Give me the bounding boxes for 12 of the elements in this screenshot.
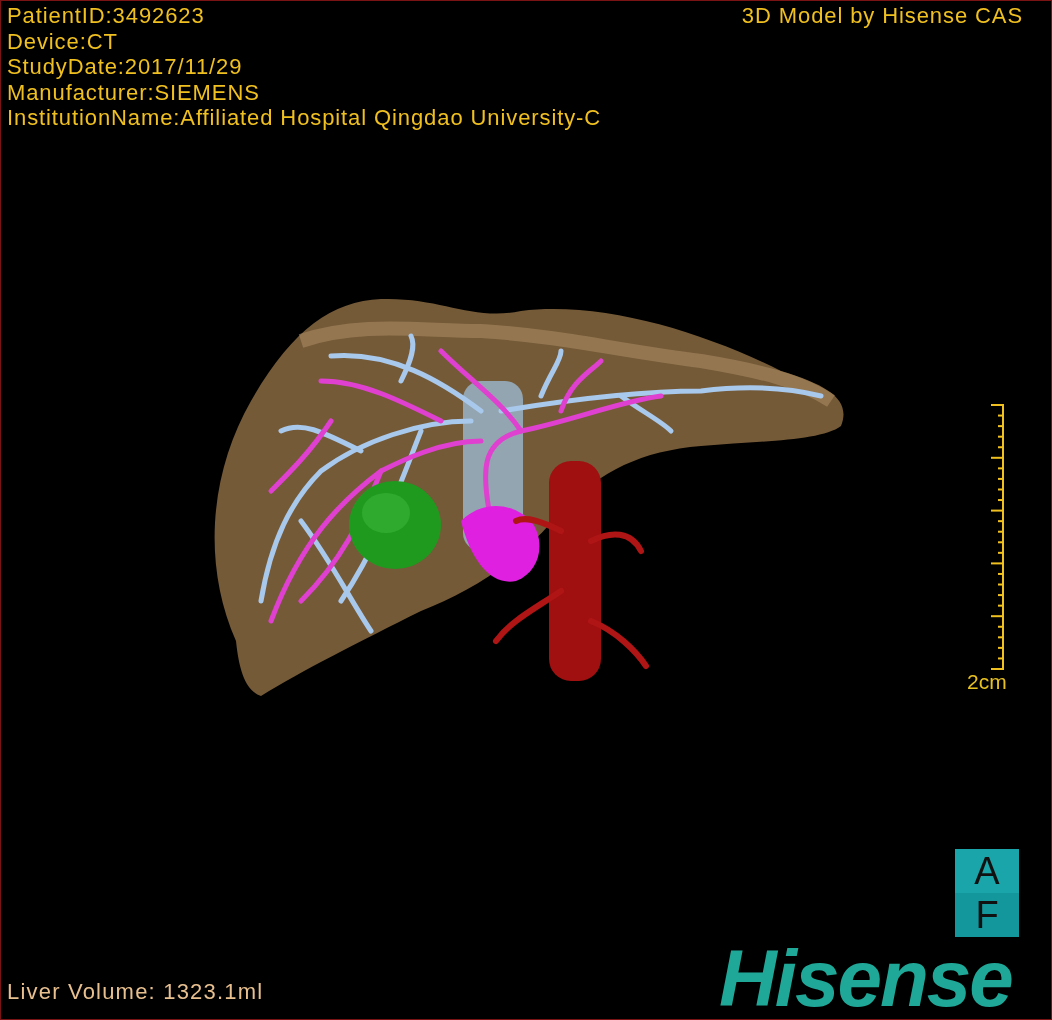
scale-label: 2cm bbox=[967, 670, 1007, 694]
patient-info-text: Manufacturer:SIEMENS bbox=[7, 79, 261, 105]
patient-info-text: InstitutionName:Affiliated Hospital Qingdao University-C bbox=[7, 105, 602, 131]
liver-volume-text: Liver Volume: 1323.1ml bbox=[7, 979, 264, 1005]
brand-logo: Hisense bbox=[719, 939, 1012, 1019]
patient-info-text: PatientID:3492623 bbox=[7, 3, 206, 29]
cube-face-label: F bbox=[955, 893, 1019, 937]
patient-info-text: StudyDate:2017/11/29 bbox=[7, 54, 244, 80]
model-credit-text: 3D Model by Hisense CAS bbox=[741, 3, 1023, 29]
cube-face-label: A bbox=[973, 849, 1001, 893]
orientation-cube[interactable]: A F bbox=[955, 849, 1019, 937]
patient-info-text: Device:CT bbox=[7, 28, 119, 54]
